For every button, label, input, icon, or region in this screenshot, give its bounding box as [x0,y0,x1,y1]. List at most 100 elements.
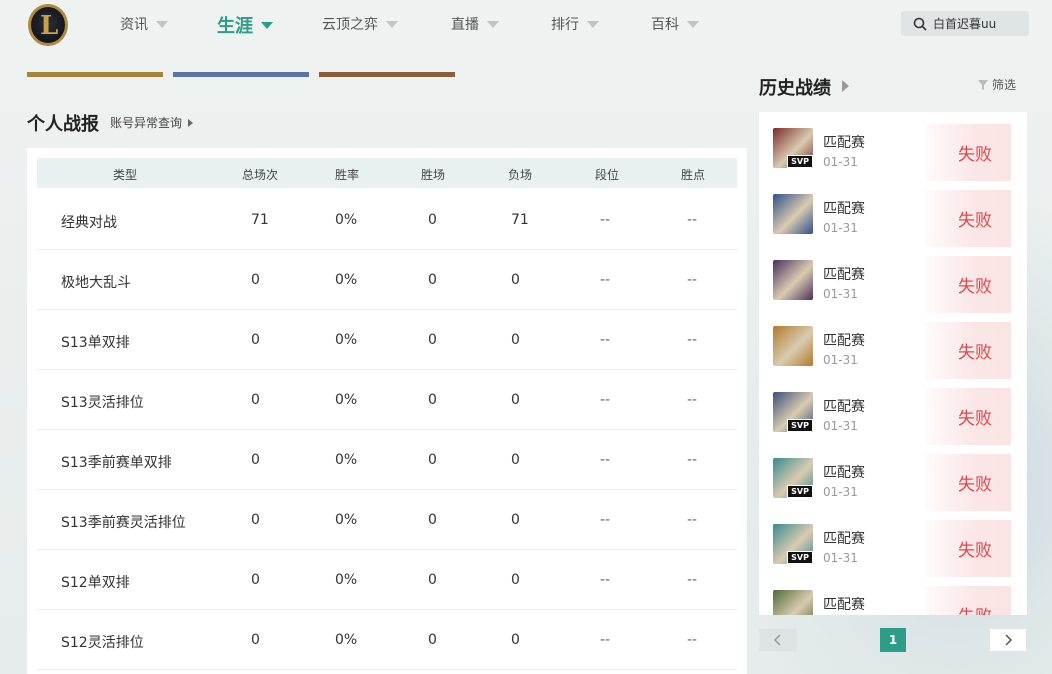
cell-total: 0 [251,512,260,528]
chevron-right-icon[interactable] [842,80,849,92]
cell-rank: -- [600,572,611,588]
cell-lp: -- [687,392,698,408]
match-date: 01-31 [823,551,858,565]
top-navigation-bar: L 资讯 生涯 云顶之弈 直播 排行 百科 白首迟暮uu [0,0,1052,52]
cell-rank: -- [600,392,611,408]
champion-avatar: SVP [773,128,813,168]
cell-lp: -- [687,572,698,588]
cell-losses: 0 [511,632,520,648]
match-result: 失败 [925,454,1011,511]
nav-item-career[interactable]: 生涯 [217,12,273,38]
header-winrate: 胜率 [335,168,360,182]
nav-item-label: 生涯 [217,16,253,37]
header-total: 总场次 [242,168,279,182]
nav-item-label: 资讯 [120,17,148,33]
account-check-link[interactable]: 账号异常查询 [110,114,194,131]
match-mode: 匹配赛 [823,333,865,349]
chevron-right-icon [188,118,194,127]
lol-logo[interactable]: L [28,4,68,46]
cell-winrate: 0% [335,572,358,588]
match-result: 失败 [925,124,1011,181]
cell-wins: 0 [428,212,437,228]
chevron-down-icon [156,20,168,28]
cell-losses: 0 [511,272,520,288]
cell-type: S13季前赛灵活排位 [61,515,186,531]
cell-lp: -- [687,452,698,468]
cell-winrate: 0% [335,392,358,408]
nav-item-label: 云顶之弈 [322,17,378,33]
next-page-button[interactable] [989,628,1027,652]
header-lp: 胜点 [681,168,706,182]
cell-winrate: 0% [335,272,358,288]
nav-item-label: 百科 [651,17,679,33]
match-item[interactable]: 匹配赛 01-31 失败 [759,314,1027,380]
table-row: 极地大乱斗 0 0% 0 0 -- -- [37,250,737,310]
page-number[interactable]: 1 [880,628,906,652]
match-mode: 匹配赛 [823,135,865,151]
match-result: 失败 [925,388,1011,445]
match-result: 失败 [925,322,1011,379]
match-mode: 匹配赛 [823,399,865,415]
match-date: 01-31 [823,353,858,367]
match-item[interactable]: 匹配赛 01-31 失败 [759,248,1027,314]
cell-type: S13季前赛单双排 [61,455,172,471]
chevron-down-icon [687,20,699,28]
cell-losses: 71 [511,212,529,228]
table-row: S13单双排 0 0% 0 0 -- -- [37,310,737,370]
cell-type: 经典对战 [61,215,117,231]
stats-title: 个人战报 [27,114,99,135]
cell-total: 0 [251,452,260,468]
cell-wins: 0 [428,572,437,588]
match-date: 01-31 [823,419,858,433]
cell-wins: 0 [428,392,437,408]
search-box[interactable]: 白首迟暮uu [901,11,1029,36]
champion-avatar [773,326,813,366]
cell-winrate: 0% [335,332,358,348]
match-item[interactable]: 匹配赛 失败 [759,578,1027,615]
cell-total: 0 [251,572,260,588]
cell-losses: 0 [511,392,520,408]
cell-wins: 0 [428,272,437,288]
table-row: S12灵活排位 0 0% 0 0 -- -- [37,610,737,670]
header-rank: 段位 [595,168,620,182]
match-item[interactable]: SVP 匹配赛 01-31 失败 [759,380,1027,446]
nav-item-ranking[interactable]: 排行 [551,14,599,34]
match-mode: 匹配赛 [823,597,865,613]
match-item[interactable]: SVP 匹配赛 01-31 失败 [759,116,1027,182]
prev-page-button[interactable] [759,628,797,652]
nav-item-news[interactable]: 资讯 [120,14,168,34]
champion-avatar [773,260,813,300]
filter-button[interactable]: 筛选 [978,76,1016,93]
chevron-down-icon [587,20,599,28]
cell-rank: -- [600,332,611,348]
nav-item-live[interactable]: 直播 [451,14,499,34]
chevron-down-icon [386,20,398,28]
match-item[interactable]: SVP 匹配赛 01-31 失败 [759,446,1027,512]
search-input[interactable]: 白首迟暮uu [933,15,996,32]
cell-type: 极地大乱斗 [61,275,131,291]
nav-item-tft[interactable]: 云顶之弈 [322,14,398,34]
chevron-down-icon [487,20,499,28]
chevron-down-icon [261,21,273,29]
match-item[interactable]: 匹配赛 01-31 失败 [759,182,1027,248]
stats-panel: 类型 总场次 胜率 胜场 负场 段位 胜点 经典对战 71 0% 0 71 -- -- 极地大… [27,148,747,674]
match-result: 失败 [925,586,1011,615]
cell-rank: -- [600,512,611,528]
cell-wins: 0 [428,452,437,468]
cell-total: 71 [251,212,269,228]
strip-blue [173,72,309,77]
match-item[interactable]: SVP 匹配赛 01-31 失败 [759,512,1027,578]
svp-badge: SVP [787,155,813,168]
nav-item-wiki[interactable]: 百科 [651,14,699,34]
strip-gold [27,72,163,77]
stats-table-header: 类型 总场次 胜率 胜场 负场 段位 胜点 [37,158,737,188]
account-check-label: 账号异常查询 [110,116,183,130]
chevron-right-icon [1005,634,1012,646]
nav-item-label: 排行 [551,17,579,33]
cell-lp: -- [687,632,698,648]
cell-winrate: 0% [335,632,358,648]
svp-badge: SVP [787,485,813,498]
cell-winrate: 0% [335,452,358,468]
cell-type: S12灵活排位 [61,635,144,651]
history-list: SVP 匹配赛 01-31 失败 匹配赛 01-31 失败 匹配赛 01-31 失败 匹配赛 01-3… [759,112,1027,615]
